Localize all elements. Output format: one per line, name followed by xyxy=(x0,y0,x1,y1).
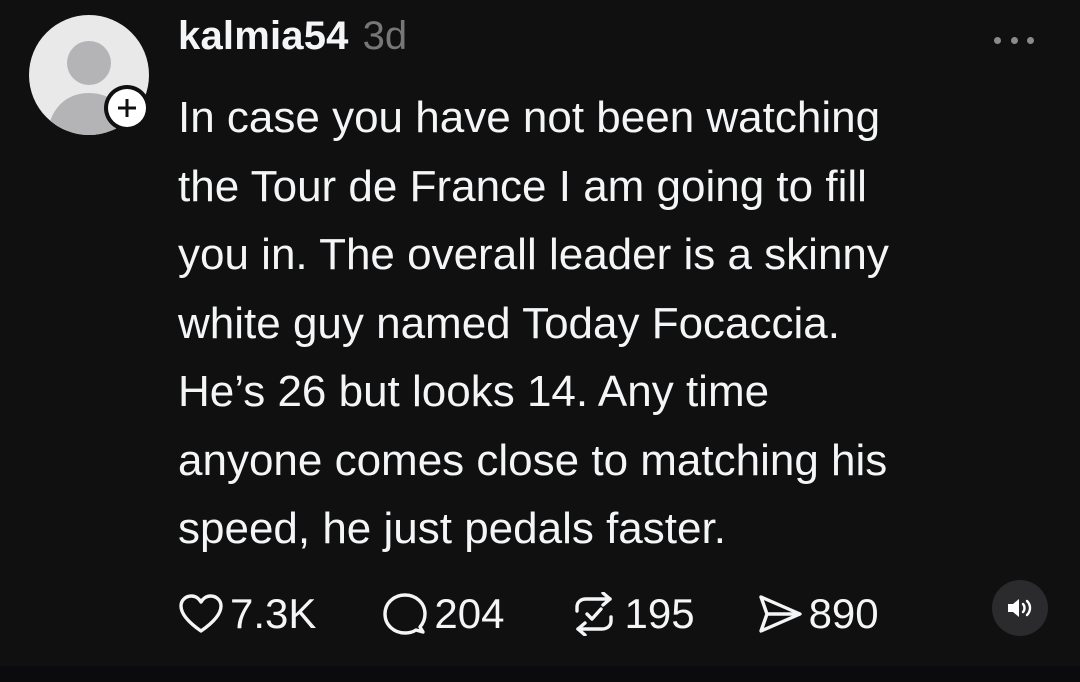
more-dot xyxy=(1010,36,1018,44)
repost-icon xyxy=(575,592,614,636)
more-options-button[interactable] xyxy=(994,30,1034,50)
post-header: kalmia54 3d xyxy=(178,14,407,74)
reply-count: 204 xyxy=(434,590,505,637)
post-timestamp: 3d xyxy=(362,14,408,58)
like-button[interactable]: 7.3K xyxy=(178,590,316,638)
audio-toggle-button[interactable] xyxy=(992,580,1048,636)
follow-button-inner[interactable] xyxy=(108,89,146,127)
send-icon xyxy=(758,595,802,633)
username[interactable]: kalmia54 xyxy=(178,14,349,59)
repost-count: 195 xyxy=(624,590,695,637)
bottom-edge xyxy=(0,666,1080,682)
post-text: In case you have not been watching the T… xyxy=(178,93,889,553)
more-dot xyxy=(1027,36,1034,44)
more-horizontal-icon xyxy=(994,36,1001,44)
like-count: 7.3K xyxy=(230,590,317,637)
reply-button[interactable]: 204 xyxy=(382,590,504,638)
thread-post: kalmia54 3d In case you have not been wa… xyxy=(0,0,1080,682)
avatar-container[interactable] xyxy=(29,15,150,135)
follow-button[interactable] xyxy=(104,85,150,131)
heart-icon xyxy=(179,594,223,633)
share-button[interactable]: 890 xyxy=(757,590,879,638)
post-actions: 7.3K 204 195 890 xyxy=(178,586,879,642)
comment-icon xyxy=(383,593,428,635)
share-count: 890 xyxy=(808,590,879,637)
plus-icon xyxy=(118,99,136,117)
repost-button[interactable]: 195 xyxy=(570,590,695,638)
speaker-icon xyxy=(1008,599,1032,617)
